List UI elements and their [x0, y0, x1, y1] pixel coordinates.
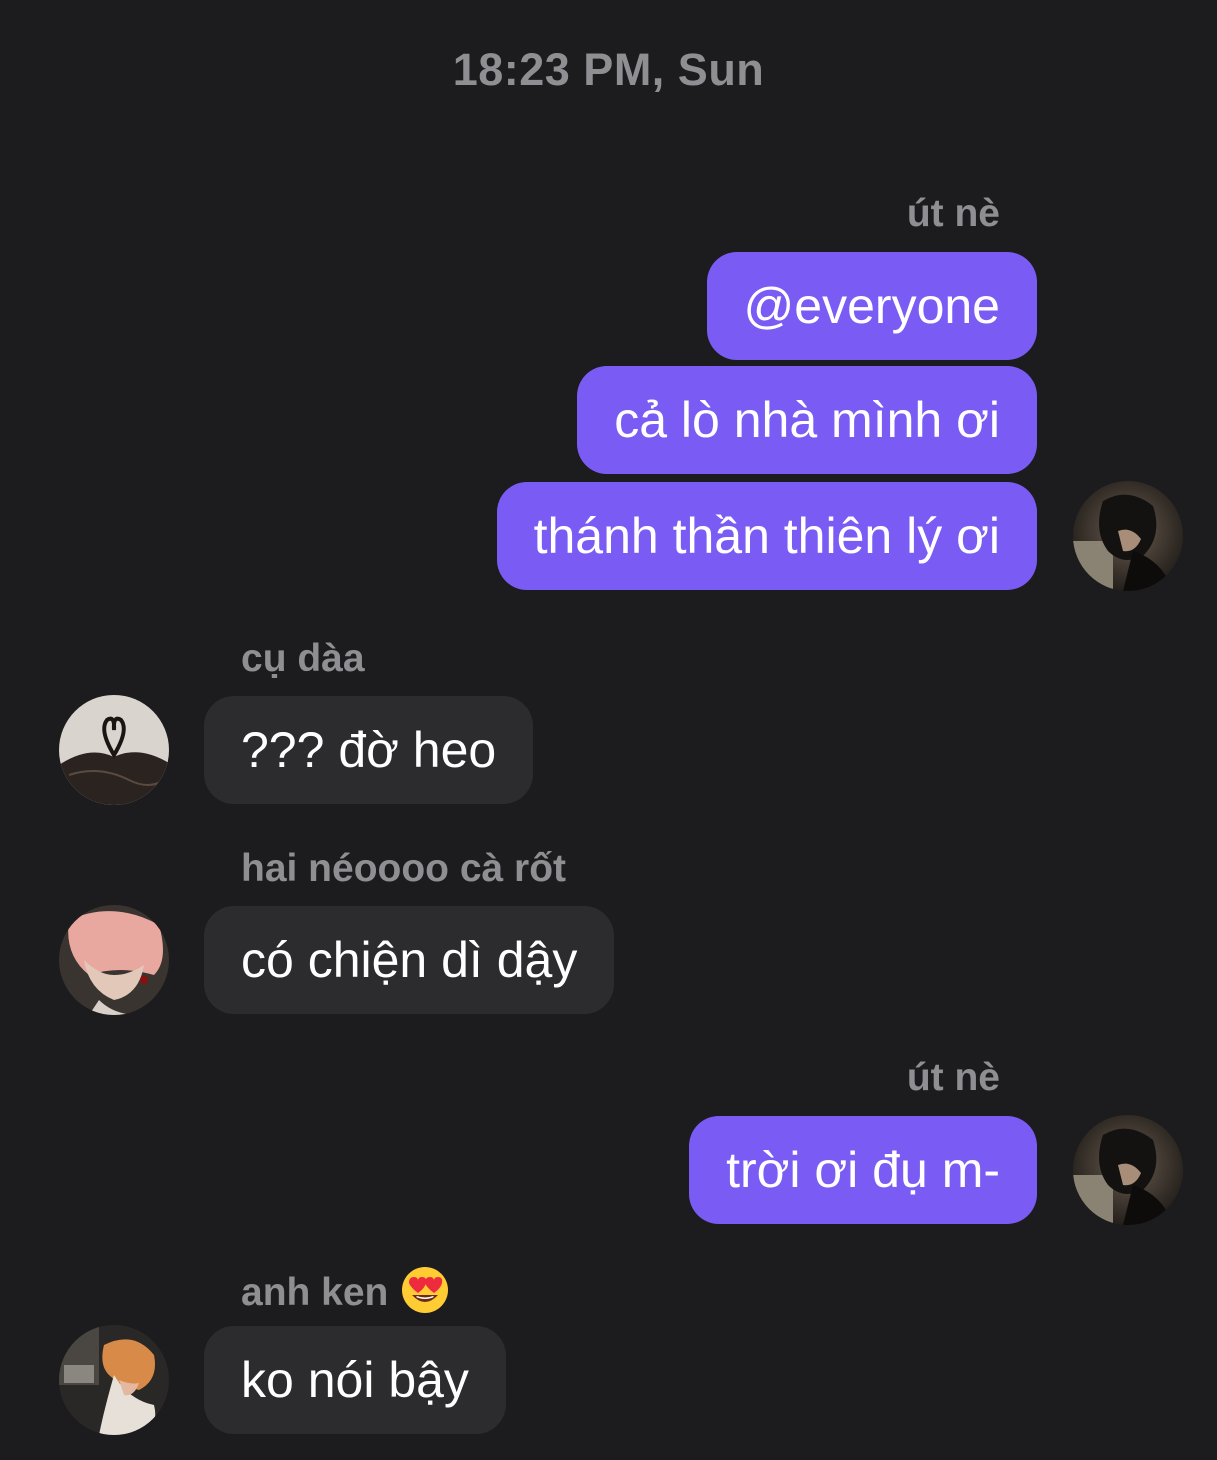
message-timestamp: 18:23 PM, Sun: [452, 44, 765, 95]
outgoing-message-bubble[interactable]: @everyone: [706, 252, 1037, 360]
outgoing-message-bubble[interactable]: cả lò nhà mình ơi: [577, 366, 1037, 474]
incoming-message-bubble[interactable]: ??? đờ heo: [204, 696, 534, 804]
outgoing-message-bubble[interactable]: trời ơi đụ m-: [689, 1116, 1037, 1224]
pink-haired-person-avatar[interactable]: [59, 905, 169, 1015]
incoming-message-bubble[interactable]: có chiện dì dậy: [204, 906, 615, 1014]
sender-name: hai néoooo cà rốt: [241, 847, 567, 890]
sender-name: út nè: [906, 1056, 1000, 1099]
chat-screen: 18:23 PM, Sun út nè @everyone cả lò nhà …: [0, 0, 1217, 1460]
incoming-message-bubble[interactable]: ko nói bậy: [204, 1326, 506, 1434]
sender-name: anh ken: [241, 1271, 389, 1314]
orange-haired-person-avatar[interactable]: [59, 1325, 169, 1435]
heart-eyes-emoji-icon: [400, 1265, 450, 1315]
outgoing-message-bubble[interactable]: thánh thần thiên lý ơi: [496, 482, 1037, 590]
heart-shaped-hair-avatar[interactable]: [59, 695, 169, 805]
sender-name: cụ dàa: [241, 637, 365, 680]
sender-name: út nè: [906, 192, 1000, 235]
dark-haired-person-avatar[interactable]: [1073, 481, 1183, 591]
dark-haired-person-avatar[interactable]: [1073, 1115, 1183, 1225]
sender-name-row: anh ken: [241, 1265, 450, 1315]
